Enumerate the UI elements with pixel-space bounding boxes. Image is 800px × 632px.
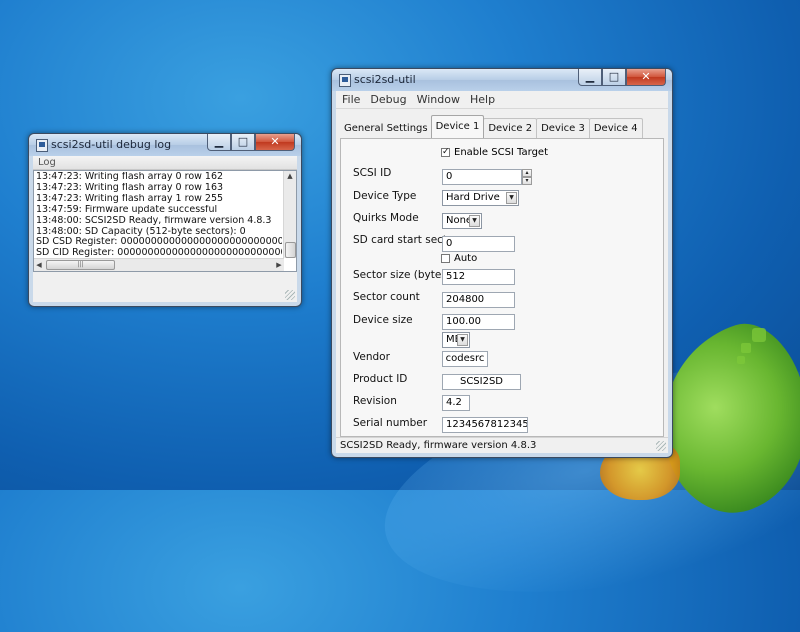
log-line: 13:47:23: Writing flash array 0 row 163 (36, 182, 224, 193)
close-button[interactable]: ✕ (255, 134, 295, 151)
app-icon (339, 74, 351, 87)
maximize-button[interactable]: □ (602, 69, 626, 86)
vertical-scroll-thumb[interactable] (285, 242, 296, 258)
menu-file[interactable]: File (342, 93, 360, 106)
chevron-down-icon: ▼ (469, 215, 480, 227)
tab-device-2[interactable]: Device 2 (483, 118, 538, 138)
checkbox-empty-icon (441, 254, 450, 263)
log-line: 13:47:59: Firmware update successful (36, 204, 218, 215)
product-id-label: Product ID (353, 373, 408, 385)
device-size-unit-select[interactable]: MB ▼ (442, 332, 470, 348)
debug-log-window: scsi2sd-util debug log ▁ □ ✕ Log 13:47:2… (28, 133, 302, 307)
tab-general-settings[interactable]: General Settings (340, 119, 432, 138)
device-type-value: Hard Drive (446, 192, 500, 203)
scsi-id-label: SCSI ID (353, 167, 392, 179)
quirks-mode-select[interactable]: None ▼ (442, 213, 482, 229)
device-tabs: General Settings Device 1 Device 2 Devic… (340, 115, 643, 138)
log-vertical-scrollbar[interactable]: ▲ (283, 171, 296, 258)
log-lines: 13:47:23: Writing flash array 0 row 162 1… (36, 172, 282, 259)
log-line: 13:47:23: Writing flash array 0 row 162 (36, 172, 224, 182)
checkbox-check-icon: ✓ (441, 147, 450, 157)
sector-size-label: Sector size (bytes) (353, 269, 451, 281)
sd-start-sector-input[interactable]: 0 (442, 236, 515, 252)
device-size-input[interactable]: 100.00 (442, 314, 515, 330)
main-client-area: File Debug Window Help General Settings … (336, 91, 668, 453)
log-text-area[interactable]: 13:47:23: Writing flash array 0 row 162 1… (33, 170, 297, 272)
quirks-mode-label: Quirks Mode (353, 212, 419, 224)
main-title-bar[interactable]: scsi2sd-util ▁ □ ✕ (332, 69, 672, 91)
spin-down-icon[interactable]: ▾ (522, 177, 532, 185)
revision-input[interactable]: 4.2 (442, 395, 470, 411)
log-horizontal-scrollbar[interactable]: ◀ ||| ▶ (34, 258, 284, 271)
tab-device-3[interactable]: Device 3 (536, 118, 590, 138)
spin-up-icon[interactable]: ▴ (522, 169, 532, 177)
vendor-input[interactable]: codesrc (442, 351, 488, 367)
desktop-hexagon (737, 356, 745, 364)
log-column-header: Log (33, 156, 297, 170)
log-line: 13:48:00: SD Capacity (512-byte sectors)… (36, 226, 246, 237)
tab-device-1[interactable]: Device 1 (430, 115, 485, 138)
desktop-hexagon (752, 328, 766, 342)
sector-count-label: Sector count (353, 291, 420, 303)
scsi-id-spinner[interactable]: ▴ ▾ (522, 169, 532, 185)
vendor-label: Vendor (353, 351, 390, 363)
product-id-input[interactable]: SCSI2SD (442, 374, 521, 390)
serial-number-label: Serial number (353, 417, 428, 429)
log-line: 13:48:00: SCSI2SD Ready, firmware versio… (36, 215, 272, 226)
menu-bar: File Debug Window Help (336, 91, 668, 109)
app-icon (36, 139, 48, 152)
menu-window[interactable]: Window (417, 93, 460, 106)
revision-label: Revision (353, 395, 397, 407)
device-size-label: Device size (353, 314, 413, 326)
chevron-down-icon: ▼ (506, 192, 517, 204)
device-type-select[interactable]: Hard Drive ▼ (442, 190, 519, 206)
horizontal-scroll-thumb[interactable]: ||| (46, 260, 115, 270)
desktop-hexagon (741, 343, 751, 353)
auto-checkbox[interactable]: Auto (441, 253, 477, 264)
auto-label: Auto (454, 253, 478, 264)
scroll-left-arrow-icon[interactable]: ◀ (34, 259, 44, 271)
log-client-area: Log 13:47:23: Writing flash array 0 row … (33, 156, 297, 302)
log-line: 13:47:23: Writing flash array 1 row 255 (36, 193, 224, 204)
resize-grip-icon[interactable] (656, 441, 666, 451)
maximize-button[interactable]: □ (231, 134, 255, 151)
chevron-down-icon: ▼ (457, 334, 468, 346)
close-button[interactable]: ✕ (626, 69, 666, 86)
tab-device-4[interactable]: Device 4 (588, 118, 643, 138)
main-window-title: scsi2sd-util (354, 73, 416, 86)
menu-debug[interactable]: Debug (370, 93, 406, 106)
enable-scsi-target-checkbox[interactable]: ✓ Enable SCSI Target (441, 147, 548, 158)
sector-size-input[interactable]: 512 (442, 269, 515, 285)
menu-help[interactable]: Help (470, 93, 495, 106)
scroll-right-arrow-icon[interactable]: ▶ (274, 259, 284, 271)
sector-count-input[interactable]: 204800 (442, 292, 515, 308)
status-bar: SCSI2SD Ready, firmware version 4.8.3 (336, 437, 668, 453)
main-window: scsi2sd-util ▁ □ ✕ File Debug Window Hel… (331, 68, 673, 458)
minimize-button[interactable]: ▁ (578, 69, 602, 86)
minimize-button[interactable]: ▁ (207, 134, 231, 151)
scsi-id-input[interactable]: 0 (442, 169, 522, 185)
device-1-panel: ✓ Enable SCSI Target SCSI ID 0 ▴ ▾ Devic… (340, 138, 664, 437)
device-type-label: Device Type (353, 190, 417, 202)
log-line: SD CSD Register: 00000000000000000000000… (36, 237, 282, 248)
resize-grip-icon[interactable] (285, 290, 295, 300)
log-title-bar[interactable]: scsi2sd-util debug log ▁ □ ✕ (29, 134, 301, 156)
enable-scsi-target-label: Enable SCSI Target (454, 147, 548, 158)
log-window-title: scsi2sd-util debug log (51, 138, 172, 151)
serial-number-input[interactable]: 1234567812345678 (442, 417, 528, 433)
scroll-up-arrow-icon[interactable]: ▲ (284, 171, 296, 181)
